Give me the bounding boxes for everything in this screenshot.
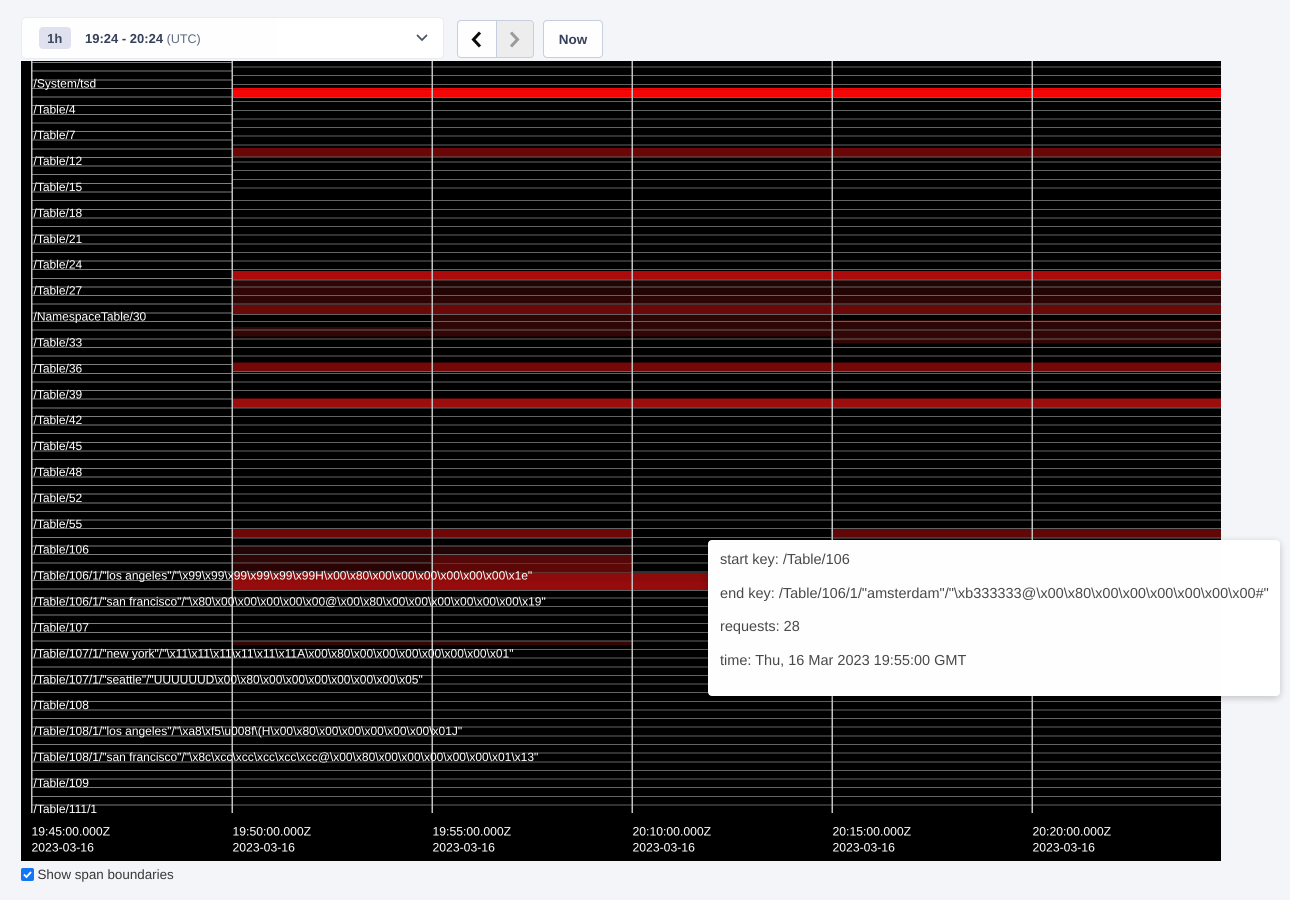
svg-text:/Table/107: /Table/107 xyxy=(34,620,90,634)
svg-text:/Table/106/1/"los angeles"/"\x: /Table/106/1/"los angeles"/"\x99\x99\x99… xyxy=(34,569,533,583)
svg-text:/Table/27: /Table/27 xyxy=(34,284,83,298)
svg-text:/Table/107/1/"seattle"/"UUUUUU: /Table/107/1/"seattle"/"UUUUUUD\x00\x80\… xyxy=(34,672,423,686)
svg-text:2023-03-16: 2023-03-16 xyxy=(233,841,296,855)
svg-text:/NamespaceTable/30: /NamespaceTable/30 xyxy=(34,310,147,324)
svg-text:/Table/107/1/"new york"/"\x11\: /Table/107/1/"new york"/"\x11\x11\x11\x1… xyxy=(34,646,514,660)
svg-text:19:45:00.000Z: 19:45:00.000Z xyxy=(32,825,111,839)
svg-text:/Table/111/1: /Table/111/1 xyxy=(34,802,98,816)
svg-text:/Table/108: /Table/108 xyxy=(34,698,90,712)
svg-text:/Table/18: /Table/18 xyxy=(34,206,83,220)
svg-text:2023-03-16: 2023-03-16 xyxy=(433,841,496,855)
svg-text:/Table/108/1/"los angeles"/"\x: /Table/108/1/"los angeles"/"\xa8\xf5\u00… xyxy=(34,724,463,738)
svg-text:2023-03-16: 2023-03-16 xyxy=(1033,841,1096,855)
svg-text:/Table/108/1/"san francisco"/": /Table/108/1/"san francisco"/"\x8c\xcc\x… xyxy=(34,750,539,764)
svg-text:/Table/7: /Table/7 xyxy=(34,128,76,142)
svg-text:/Table/15: /Table/15 xyxy=(34,180,83,194)
svg-text:/Table/33: /Table/33 xyxy=(34,336,83,350)
svg-text:20:10:00.000Z: 20:10:00.000Z xyxy=(633,825,712,839)
svg-text:20:20:00.000Z: 20:20:00.000Z xyxy=(1033,825,1112,839)
svg-text:/Table/21: /Table/21 xyxy=(34,232,83,246)
svg-text:/Table/48: /Table/48 xyxy=(34,465,83,479)
svg-text:2023-03-16: 2023-03-16 xyxy=(32,841,95,855)
svg-text:2023-03-16: 2023-03-16 xyxy=(633,841,696,855)
svg-text:/Table/45: /Table/45 xyxy=(34,439,83,453)
svg-text:/Table/52: /Table/52 xyxy=(34,491,83,505)
svg-text:/Table/4: /Table/4 xyxy=(34,102,76,116)
svg-text:/Table/55: /Table/55 xyxy=(34,517,83,531)
svg-text:19:50:00.000Z: 19:50:00.000Z xyxy=(233,825,312,839)
svg-text:/Table/39: /Table/39 xyxy=(34,387,83,401)
svg-text:/Table/24: /Table/24 xyxy=(34,258,83,272)
svg-text:/System/tsd: /System/tsd xyxy=(34,76,97,90)
svg-text:19:55:00.000Z: 19:55:00.000Z xyxy=(433,825,512,839)
svg-text:/Table/12: /Table/12 xyxy=(34,154,83,168)
svg-text:/Table/109: /Table/109 xyxy=(34,776,90,790)
svg-text:/Table/106: /Table/106 xyxy=(34,543,90,557)
svg-text:2023-03-16: 2023-03-16 xyxy=(833,841,896,855)
svg-text:/Table/106/1/"san francisco"/": /Table/106/1/"san francisco"/"\x80\x00\x… xyxy=(34,595,546,609)
svg-text:/Table/42: /Table/42 xyxy=(34,413,83,427)
svg-text:/Table/36: /Table/36 xyxy=(34,361,83,375)
svg-text:20:15:00.000Z: 20:15:00.000Z xyxy=(833,825,912,839)
